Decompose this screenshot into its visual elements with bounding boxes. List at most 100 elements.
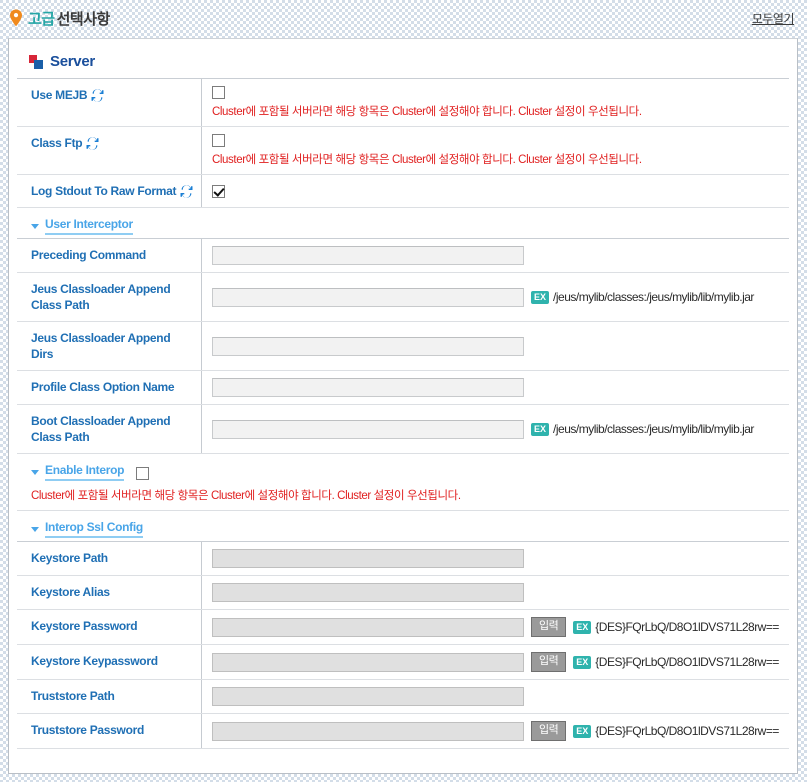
refresh-sync-icon[interactable] [86, 137, 99, 150]
table-row: Keystore Alias [17, 575, 789, 609]
example-text: {DES}FQrLbQ/D8O1lDVS71L28rw== [595, 620, 779, 634]
label-text: Truststore Password [31, 723, 145, 737]
table-row: Class Ftp Cluster에 포함될 서버라면 해당 항목은 Clust… [17, 126, 789, 174]
checkbox-log-stdout-to-raw-format[interactable] [212, 184, 225, 198]
field-label-keystore-path: Keystore Path [17, 542, 202, 575]
subsection-header-enable-interop: Enable Interop [17, 453, 789, 484]
table-row: Jeus Classloader Append Dirs [17, 321, 789, 370]
page-title: 고급 선택사항 [28, 8, 110, 29]
table-row: Keystore Path [17, 541, 789, 575]
example-hint: EX {DES}FQrLbQ/D8O1lDVS71L28rw== [573, 620, 779, 634]
input-profile-class-option-name[interactable] [212, 378, 524, 397]
ex-badge-icon: EX [573, 724, 592, 738]
checkbox-class-ftp[interactable] [212, 134, 225, 147]
example-text: {DES}FQrLbQ/D8O1lDVS71L28rw== [595, 655, 779, 669]
field-label-truststore-password: Truststore Password [17, 714, 202, 748]
label-text: Profile Class Option Name [31, 380, 175, 394]
example-text: /jeus/mylib/classes:/jeus/mylib/lib/myli… [553, 422, 754, 436]
open-all-link[interactable]: 모두열기 [752, 10, 795, 27]
field-value-keystore-password: 입력 EX {DES}FQrLbQ/D8O1lDVS71L28rw== [202, 610, 789, 644]
input-truststore-path[interactable] [212, 687, 524, 706]
field-label-preceding-command: Preceding Command [17, 239, 202, 272]
subsection-title-enable-interop[interactable]: Enable Interop [45, 463, 124, 481]
refresh-sync-icon[interactable] [180, 185, 193, 198]
field-label-keystore-password: Keystore Password [17, 610, 202, 644]
example-hint: EX /jeus/mylib/classes:/jeus/mylib/lib/m… [531, 290, 754, 304]
field-value-boot-classloader-append-class-path: EX /jeus/mylib/classes:/jeus/mylib/lib/m… [202, 405, 789, 453]
field-value-keystore-keypassword: 입력 EX {DES}FQrLbQ/D8O1lDVS71L28rw== [202, 645, 789, 679]
field-label-boot-classloader-append-class-path: Boot Classloader Append Class Path [17, 405, 202, 453]
input-keystore-path[interactable] [212, 549, 524, 568]
section-title-server: Server [50, 53, 95, 70]
field-value-truststore-path [202, 680, 789, 713]
advanced-options-page: 고급 선택사항 모두열기 Server Use MEJB Cluster에 포함… [0, 0, 807, 782]
input-keystore-password[interactable] [212, 617, 524, 637]
subsection-title-interop-ssl-config[interactable]: Interop Ssl Config [45, 520, 143, 538]
chevron-down-icon[interactable] [31, 223, 39, 229]
label-text: Boot Classloader Append Class Path [31, 414, 171, 444]
page-title-accent: 고급 [28, 10, 55, 28]
input-jeus-classloader-append-class-path[interactable] [212, 287, 524, 307]
ex-badge-icon: EX [573, 620, 592, 634]
checkbox-use-mejb[interactable] [212, 86, 225, 99]
field-label-log-stdout-to-raw-format: Log Stdout To Raw Format [17, 175, 202, 207]
subsection-title-user-interceptor[interactable]: User Interceptor [45, 217, 133, 235]
ex-badge-icon: EX [531, 290, 550, 304]
field-value-jeus-classloader-append-dirs [202, 322, 789, 370]
ex-badge-icon: EX [573, 655, 592, 669]
table-row: Truststore Path [17, 679, 789, 713]
input-preceding-command[interactable] [212, 246, 524, 265]
bottom-divider [17, 748, 789, 749]
field-label-truststore-path: Truststore Path [17, 680, 202, 713]
field-value-keystore-alias [202, 576, 789, 609]
label-text: Keystore Path [31, 551, 108, 565]
field-value-use-mejb: Cluster에 포함될 서버라면 해당 항목은 Cluster에 설정해야 합… [202, 79, 789, 126]
warning-text: Cluster에 포함될 서버라면 해당 항목은 Cluster에 설정해야 합… [212, 106, 642, 118]
label-text: Keystore Alias [31, 585, 110, 599]
table-row: Truststore Password 입력 EX {DES}FQrLbQ/D8… [17, 713, 789, 748]
field-label-jeus-classloader-append-dirs: Jeus Classloader Append Dirs [17, 322, 202, 370]
field-label-class-ftp: Class Ftp [17, 127, 202, 174]
label-text: Keystore Keypassword [31, 654, 158, 668]
label-text: Jeus Classloader Append Dirs [31, 331, 171, 361]
input-keystore-alias[interactable] [212, 583, 524, 602]
table-row: Keystore Keypassword 입력 EX {DES}FQrLbQ/D… [17, 644, 789, 679]
field-value-log-stdout-to-raw-format [202, 175, 789, 207]
label-text: Preceding Command [31, 248, 146, 262]
field-value-keystore-path [202, 542, 789, 575]
field-label-keystore-alias: Keystore Alias [17, 576, 202, 609]
subsection-header-interop-ssl-config: Interop Ssl Config [17, 510, 789, 541]
input-button-keystore-password[interactable]: 입력 [531, 617, 567, 637]
table-row: Boot Classloader Append Class Path EX /j… [17, 404, 789, 453]
pin-marker-icon [9, 9, 23, 27]
input-boot-classloader-append-class-path[interactable] [212, 419, 524, 439]
field-label-use-mejb: Use MEJB [17, 79, 202, 126]
field-value-truststore-password: 입력 EX {DES}FQrLbQ/D8O1lDVS71L28rw== [202, 714, 789, 748]
label-text: Log Stdout To Raw Format [31, 184, 177, 198]
table-row: Use MEJB Cluster에 포함될 서버라면 해당 항목은 Cluste… [17, 78, 789, 126]
field-value-class-ftp: Cluster에 포함될 서버라면 해당 항목은 Cluster에 설정해야 합… [202, 127, 789, 174]
subsection-header-user-interceptor: User Interceptor [17, 207, 789, 238]
input-button-keystore-keypassword[interactable]: 입력 [531, 652, 567, 672]
example-text: {DES}FQrLbQ/D8O1lDVS71L28rw== [595, 724, 779, 738]
label-text: Use MEJB [31, 88, 88, 102]
input-jeus-classloader-append-dirs[interactable] [212, 336, 524, 356]
warning-text: Cluster에 포함될 서버라면 해당 항목은 Cluster에 설정해야 합… [212, 154, 642, 166]
label-text: Class Ftp [31, 136, 83, 150]
field-label-profile-class-option-name: Profile Class Option Name [17, 371, 202, 404]
page-title-main: 선택사항 [56, 10, 111, 28]
input-button-truststore-password[interactable]: 입력 [531, 721, 567, 741]
checkbox-enable-interop[interactable] [136, 466, 150, 480]
example-hint: EX {DES}FQrLbQ/D8O1lDVS71L28rw== [573, 655, 779, 669]
section-header-server: Server [17, 39, 789, 78]
refresh-sync-icon[interactable] [91, 89, 104, 102]
example-hint: EX {DES}FQrLbQ/D8O1lDVS71L28rw== [573, 724, 779, 738]
input-keystore-keypassword[interactable] [212, 652, 524, 672]
example-hint: EX /jeus/mylib/classes:/jeus/mylib/lib/m… [531, 422, 754, 436]
chevron-down-icon[interactable] [31, 469, 39, 475]
label-text: Keystore Password [31, 619, 138, 633]
chevron-down-icon[interactable] [31, 526, 39, 532]
input-truststore-password[interactable] [212, 721, 524, 741]
label-text: Truststore Path [31, 689, 115, 703]
table-row: Jeus Classloader Append Class Path EX /j… [17, 272, 789, 321]
